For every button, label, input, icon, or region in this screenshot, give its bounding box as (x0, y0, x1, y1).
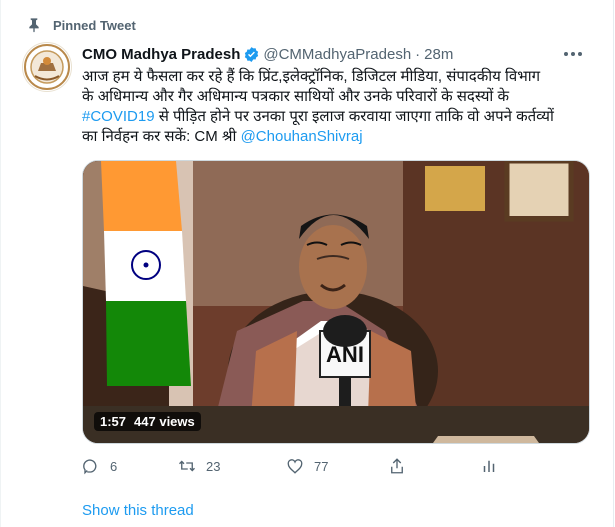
more-options-icon[interactable] (561, 42, 585, 66)
share-button[interactable] (388, 457, 480, 475)
video-info-badge: 1:57 447 views (94, 412, 201, 431)
share-icon (391, 458, 403, 474)
tweet-timestamp[interactable]: 28m (424, 46, 453, 63)
tweet-text-line: #COVID19 से पीड़ित होने पर उनका पूरा इला… (82, 108, 554, 125)
tweet-card[interactable]: Pinned Tweet CMO Madhya Pradesh @CMMadhy… (0, 0, 614, 527)
video-player[interactable]: ANI 1:57 447 views (82, 160, 590, 444)
tweet-text-line: के अधिमान्य और गैर अधिमान्य पत्रकार साथि… (82, 88, 510, 105)
avatar[interactable] (22, 42, 72, 92)
author-handle[interactable]: @CMMadhyaPradesh (263, 46, 411, 63)
hashtag-link[interactable]: #COVID19 (82, 108, 155, 125)
verified-badge-icon (245, 46, 259, 62)
pinned-indicator: Pinned Tweet (29, 18, 136, 33)
author-name[interactable]: CMO Madhya Pradesh (82, 46, 240, 63)
video-views: 447 views (134, 414, 195, 429)
retweet-button[interactable]: 23 (178, 457, 286, 475)
video-thumbnail: ANI (83, 161, 589, 443)
reply-count: 6 (110, 458, 118, 474)
mention-link[interactable]: @ChouhanShivraj (241, 128, 363, 145)
tweet-actions: 6 23 77 (82, 455, 512, 477)
retweet-count: 23 (206, 458, 221, 474)
pinned-label: Pinned Tweet (53, 18, 136, 33)
tweet-header: CMO Madhya Pradesh @CMMadhyaPradesh · 28… (82, 44, 593, 64)
like-count: 77 (314, 458, 329, 474)
like-button[interactable]: 77 (286, 457, 388, 475)
analytics-icon (483, 460, 495, 472)
video-duration: 1:57 (100, 414, 127, 429)
reply-button[interactable]: 6 (82, 457, 178, 475)
heart-icon (287, 459, 303, 474)
retweet-icon (179, 460, 195, 472)
analytics-button[interactable] (480, 457, 498, 475)
mp-emblem-logo (24, 44, 70, 90)
tweet-text-line: आज हम ये फैसला कर रहे हैं कि प्रिंट,इलेक… (82, 68, 541, 85)
separator-dot: · (415, 45, 421, 63)
pin-icon (29, 18, 39, 33)
show-thread-link[interactable]: Show this thread (82, 502, 194, 519)
tweet-text: आज हम ये फैसला कर रहे हैं कि प्रिंट,इलेक… (82, 67, 590, 147)
tweet-text-line: का निर्वहन कर सकें: CM श्री @ChouhanShiv… (82, 128, 363, 145)
reply-icon (83, 459, 97, 475)
